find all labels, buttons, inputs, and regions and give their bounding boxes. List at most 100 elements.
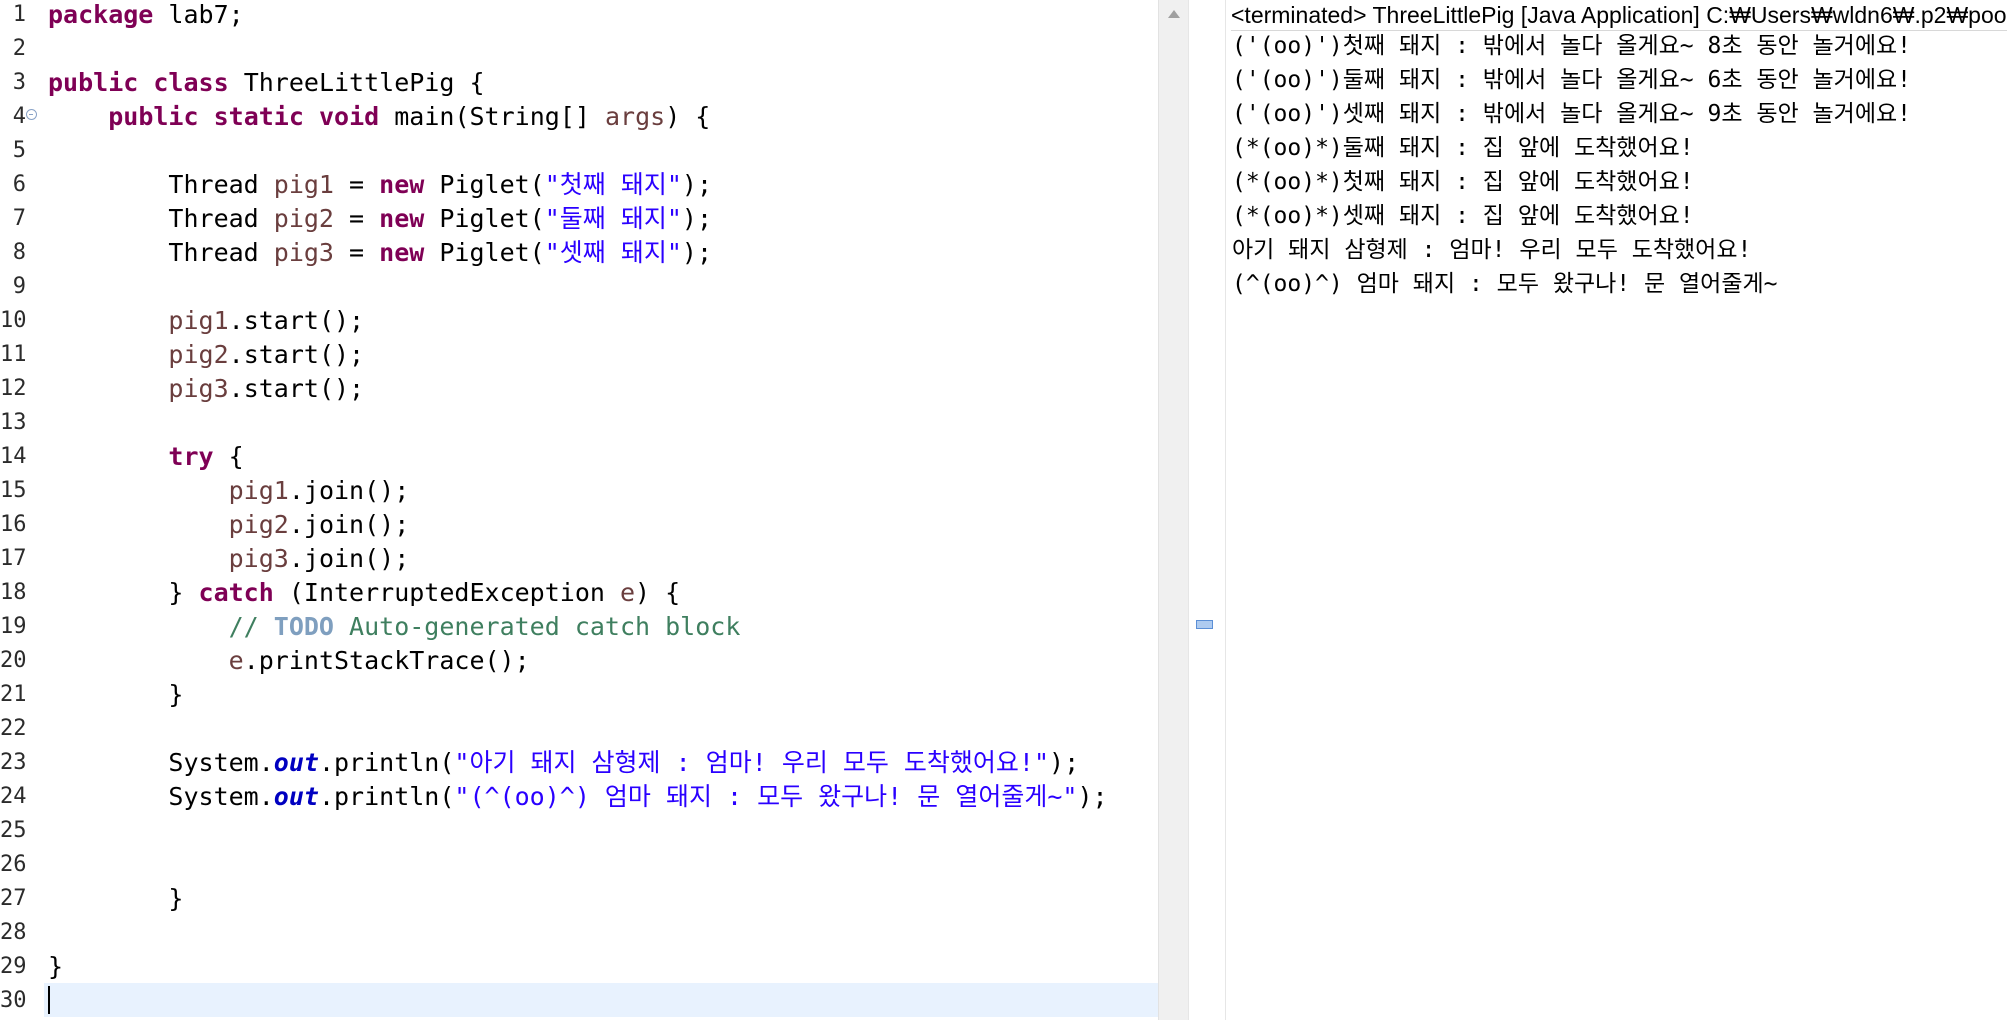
line-number: 9 [12, 274, 26, 299]
code-line: e.printStackTrace(); [48, 644, 530, 678]
string-literal: "아기 돼지 삼형제 : 엄마! 우리 모두 도착했어요!" [454, 748, 1050, 777]
text-caret [48, 986, 50, 1014]
keyword: package [48, 0, 154, 29]
console-output-line: (*(oo)*)첫째 돼지 : 집 앞에 도착했어요! [1232, 169, 1694, 195]
line-number: 10 [0, 308, 27, 333]
code-line: } catch (InterruptedException e) { [48, 576, 680, 610]
string-literal: "(^(oo)^) 엄마 돼지 : 모두 왔구나! 문 열어줄게~" [454, 782, 1078, 811]
code-text: ); [1077, 782, 1108, 811]
code-line: } [48, 882, 183, 916]
line-number: 19 [0, 614, 27, 639]
code-line: public static void main(String[] args) { [48, 100, 710, 134]
line-number: 5 [12, 138, 26, 163]
variable: pig1 [168, 306, 229, 335]
code-line: } [48, 678, 183, 712]
line-number: 24 [0, 784, 27, 809]
console-output-line: (^(oo)^) 엄마 돼지 : 모두 왔구나! 문 열어줄게~ [1232, 271, 1778, 297]
line-number: 3 [12, 70, 26, 95]
code-line: Thread pig1 = new Piglet("첫째 돼지"); [48, 168, 712, 202]
code-editor[interactable]: 1 2 3 4 5 6 7 8 9 10 11 12 13 14 15 16 1… [0, 0, 1158, 1020]
code-text: Piglet( [424, 204, 545, 233]
code-line: // TODO Auto-generated catch block [48, 610, 741, 644]
line-number: 28 [0, 920, 27, 945]
keyword: new [379, 170, 425, 199]
line-number: 15 [0, 478, 27, 503]
variable: pig3 [228, 544, 289, 573]
static-field: out [273, 748, 319, 777]
console-output-line: (*(oo)*)셋째 돼지 : 집 앞에 도착했어요! [1232, 203, 1694, 229]
variable: pig2 [168, 340, 229, 369]
string-literal: "둘째 돼지" [544, 204, 682, 233]
keyword: new [379, 238, 425, 267]
line-number: 7 [12, 206, 26, 231]
variable: args [604, 102, 666, 131]
line-number: 17 [0, 546, 27, 571]
console-output-line: (*(oo)*)둘째 돼지 : 집 앞에 도착했어요! [1232, 135, 1694, 161]
code-text: Piglet( [424, 170, 545, 199]
line-number: 8 [12, 240, 26, 265]
line-number: 6 [12, 172, 26, 197]
keyword: new [379, 204, 425, 233]
variable: pig1 [273, 170, 334, 199]
code-text: Piglet( [424, 238, 545, 267]
code-text: lab7; [153, 0, 244, 29]
static-field: out [273, 782, 319, 811]
comment: Auto-generated catch block [334, 612, 741, 641]
line-number-gutter: 1 2 3 4 5 6 7 8 9 10 11 12 13 14 15 16 1… [0, 0, 44, 1020]
code-text: .start(); [228, 374, 365, 403]
code-text: ); [681, 238, 712, 267]
code-text: .start(); [228, 306, 365, 335]
editor-vertical-scrollbar[interactable] [1158, 0, 1188, 1020]
code-text: (InterruptedException [273, 578, 620, 607]
code-line: pig1.start(); [48, 304, 364, 338]
code-text: ) { [635, 578, 681, 607]
line-number: 1 [12, 2, 26, 27]
code-text: } [168, 578, 199, 607]
line-number: 23 [0, 750, 27, 775]
line-number: 29 [0, 954, 27, 979]
line-number: 13 [0, 410, 27, 435]
line-number: 27 [0, 886, 27, 911]
code-text: ); [681, 170, 712, 199]
line-number: 12 [0, 376, 27, 401]
console-view[interactable]: <terminated> ThreeLittlePig [Java Applic… [1226, 0, 2007, 1020]
code-line: pig2.start(); [48, 338, 364, 372]
code-line: pig3.join(); [48, 542, 410, 576]
overview-ruler-mark[interactable] [1196, 620, 1213, 629]
line-number: 25 [0, 818, 27, 843]
code-line: Thread pig3 = new Piglet("셋째 돼지"); [48, 236, 712, 270]
console-output-line: ('(oo)')셋째 돼지 : 밖에서 놀다 올게요~ 9초 동안 놀거에요! [1232, 101, 1911, 127]
variable: pig1 [228, 476, 289, 505]
line-number: 21 [0, 682, 27, 707]
code-text: } [168, 884, 184, 913]
code-line: System.out.println("(^(oo)^) 엄마 돼지 : 모두 … [48, 780, 1108, 814]
variable: pig3 [168, 374, 229, 403]
keyword: public [48, 68, 139, 97]
code-text: { [213, 442, 244, 471]
code-text: .join(); [288, 544, 410, 573]
code-line: try { [48, 440, 244, 474]
variable: e [228, 646, 244, 675]
scroll-up-arrow-icon[interactable] [1168, 10, 1180, 18]
variable: pig3 [273, 238, 334, 267]
code-text: Thread [168, 204, 274, 233]
code-text: } [168, 680, 184, 709]
comment: // [228, 612, 274, 641]
code-text: .join(); [288, 510, 410, 539]
fold-collapse-icon[interactable] [26, 109, 37, 120]
code-text: = [334, 170, 380, 199]
line-number: 11 [0, 342, 27, 367]
code-text: ); [681, 204, 712, 233]
overview-ruler[interactable] [1188, 0, 1226, 1020]
keyword: class [153, 68, 229, 97]
code-text: = [334, 204, 380, 233]
console-output[interactable]: ('(oo)')첫째 돼지 : 밖에서 놀다 올게요~ 8초 동안 놀거에요! … [1232, 29, 2007, 301]
line-number: 18 [0, 580, 27, 605]
code-text: System. [168, 748, 274, 777]
code-area[interactable]: package lab7; public class ThreeLittlePi… [48, 0, 1158, 1020]
line-number: 2 [12, 36, 26, 61]
console-output-line: ('(oo)')둘째 돼지 : 밖에서 놀다 올게요~ 6초 동안 놀거에요! [1232, 67, 1911, 93]
keyword: static [213, 102, 304, 131]
line-number: 14 [0, 444, 27, 469]
code-line: pig1.join(); [48, 474, 410, 508]
